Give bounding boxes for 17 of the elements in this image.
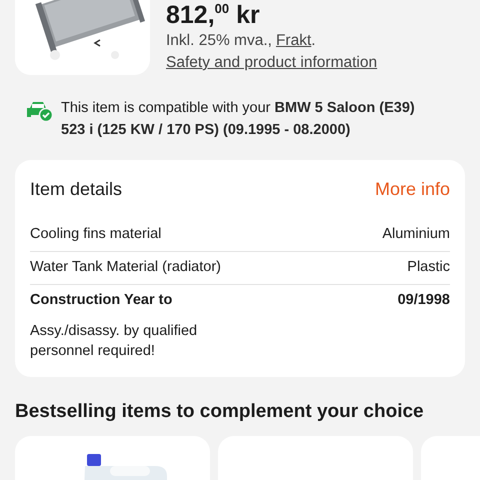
detail-note: Assy./disassy. by qualified personnel required! <box>30 322 198 362</box>
safety-info-link[interactable]: Safety and product information <box>166 52 378 74</box>
detail-value: Plastic <box>407 258 450 277</box>
section-heading: Bestselling items to complement your choice <box>15 400 425 424</box>
section-title: Item details <box>30 178 122 201</box>
car-check-icon <box>25 100 53 122</box>
tax-note: Inkl. 25% mva., <box>166 31 272 51</box>
more-info-link[interactable]: More info <box>374 176 450 203</box>
detail-label: Construction Year to <box>30 290 172 310</box>
detail-value: 09/1998 <box>398 290 450 310</box>
detail-label: Water Tank Material (radiator) <box>30 258 221 277</box>
price: 812,$^{00}$ kr <box>166 0 261 30</box>
compatibility-text: This item is compatible with your BMW 5 Saloon (E39) 523 i (125 KW / 170 PS) (09.1995 - 08.2000) <box>61 99 416 140</box>
shipping-link[interactable]: Frakt <box>276 30 312 52</box>
period-text: . <box>311 31 316 51</box>
detail-value: Aluminium <box>382 225 450 244</box>
detail-label: Cooling fins material <box>30 225 162 244</box>
